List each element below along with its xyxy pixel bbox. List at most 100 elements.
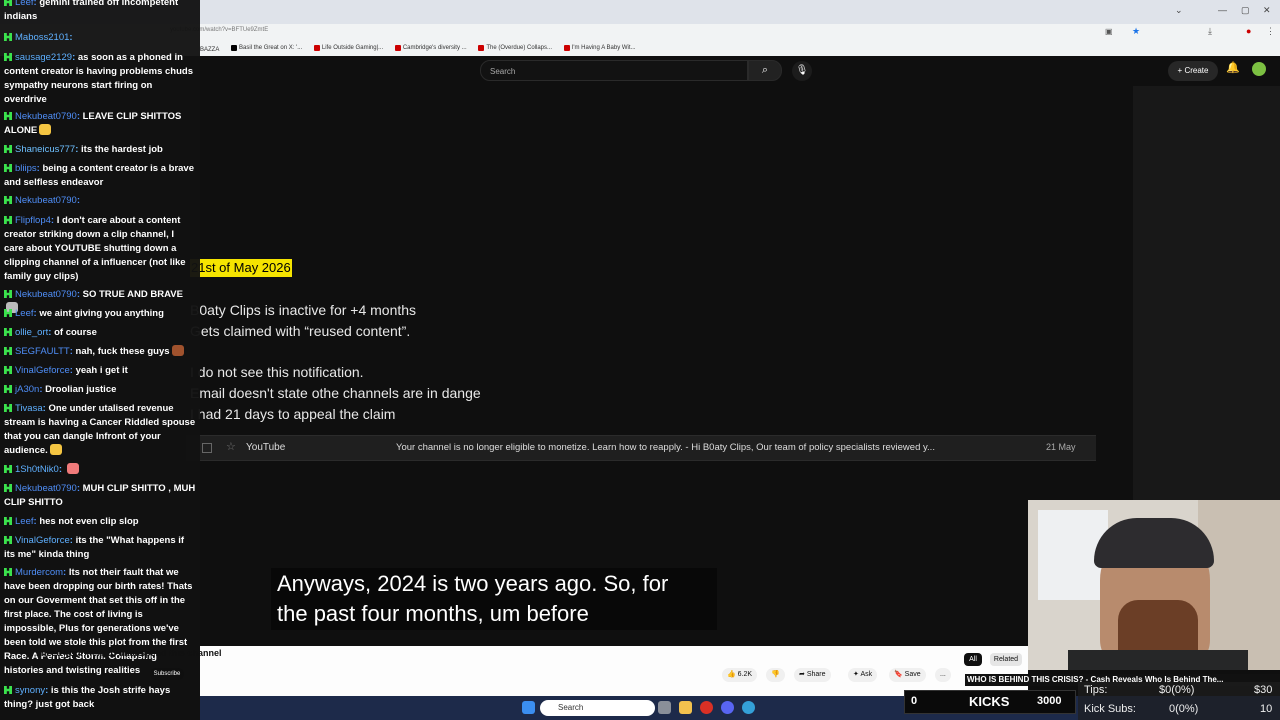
- kicks-label: KICKS: [969, 694, 1010, 709]
- bookmark-item[interactable]: Basil the Great on X: '...: [231, 45, 302, 51]
- close-window-icon[interactable]: ✕: [1263, 5, 1271, 16]
- chat-username[interactable]: Leef: [15, 0, 34, 8]
- chat-message: 1Sh0tNik0:: [4, 463, 196, 477]
- chat-username[interactable]: Nekubeat0790: [15, 195, 77, 206]
- bookmark-item[interactable]: Life Outside Gaming|...: [313, 45, 383, 51]
- chat-separator: :: [69, 32, 73, 43]
- kick-badge-icon: [4, 290, 12, 298]
- chat-text: SO TRUE AND BRAVE: [82, 289, 183, 300]
- live-chat: Leef: gemini trained off incompetent ind…: [0, 0, 200, 720]
- chat-username[interactable]: SEGFAULTT: [15, 346, 70, 357]
- kick-badge-icon: [4, 145, 12, 153]
- chat-username[interactable]: Flipflop4: [15, 215, 51, 226]
- subtitle-line: Anyways, 2024 is two years ago. So, for: [277, 571, 669, 596]
- avatar[interactable]: [1252, 62, 1266, 76]
- chat-message: bliips: being a content creator is a bra…: [4, 162, 196, 190]
- kick-badge-icon: [4, 465, 12, 473]
- chat-username[interactable]: Tivasa: [15, 403, 43, 414]
- chat-username[interactable]: jA30n: [15, 384, 39, 395]
- file-explorer-icon[interactable]: [679, 701, 692, 714]
- chat-message: Leef: gemini trained off incompetent ind…: [4, 0, 196, 24]
- chat-username[interactable]: Maboss2101: [15, 32, 69, 43]
- start-windows-icon[interactable]: [522, 701, 535, 714]
- chat-username[interactable]: sausage2129: [15, 52, 72, 63]
- extension-icon[interactable]: ▣: [1105, 27, 1113, 36]
- save-button[interactable]: 🔖 Save: [889, 668, 926, 682]
- chat-username[interactable]: Nekubeat0790: [15, 483, 77, 494]
- chip-all[interactable]: All: [964, 653, 982, 666]
- email-row[interactable]: ☆ YouTube Your channel is no longer elig…: [186, 435, 1096, 461]
- search-input[interactable]: Search: [480, 60, 748, 81]
- more-actions-button[interactable]: ...: [935, 668, 951, 682]
- chat-separator: :: [76, 195, 80, 206]
- overlay-line: B0aty Clips is inactive for +4 months: [190, 302, 417, 318]
- emote-icon: [171, 345, 184, 356]
- tips-panel: Tips: $0(0%) $30 Kick Subs: 0(0%) 10: [1078, 682, 1280, 720]
- subscribe-button[interactable]: Subscribe: [150, 668, 184, 680]
- chat-text: of course: [54, 327, 97, 338]
- chat-username[interactable]: Leef: [15, 516, 34, 527]
- chat-username[interactable]: 1Sh0tNik0: [15, 464, 59, 475]
- chat-username[interactable]: ollie_ort: [15, 327, 48, 338]
- share-button[interactable]: ➦ Share: [794, 668, 831, 682]
- discord-icon[interactable]: [721, 701, 734, 714]
- overlay-line: I do not see this notification.: [190, 364, 364, 380]
- email-checkbox[interactable]: [202, 443, 212, 453]
- notifications-bell-icon[interactable]: 🔔: [1226, 61, 1240, 74]
- kicks-count: 0: [911, 695, 918, 707]
- kick-badge-icon: [4, 309, 12, 317]
- chat-username[interactable]: synony: [15, 685, 45, 696]
- subs-label: Kick Subs:: [1084, 703, 1136, 715]
- bookmark-item[interactable]: The (Overdue) Collaps...: [478, 45, 552, 51]
- profile-icon[interactable]: ●: [1246, 26, 1251, 36]
- chip-related[interactable]: Related: [990, 653, 1022, 666]
- star-icon[interactable]: ☆: [226, 440, 236, 453]
- bookmark-item[interactable]: Cambridge's diversity ...: [394, 45, 467, 51]
- chat-username[interactable]: Nekubeat0790: [15, 111, 77, 122]
- bookmark-item[interactable]: BAZZA: [200, 47, 219, 53]
- voice-search-button[interactable]: 🎙: [792, 61, 812, 81]
- bookmark-star-icon[interactable]: ★: [1132, 26, 1140, 37]
- chat-message: Flipflop4: I don't care about a content …: [4, 214, 196, 284]
- kick-badge-icon: [4, 404, 12, 412]
- maximize-icon[interactable]: ▢: [1241, 5, 1250, 16]
- chat-message: Murdercom: Its not their fault that we h…: [4, 566, 196, 678]
- create-button[interactable]: + Create: [1168, 61, 1218, 81]
- search-icon: ⌕: [761, 64, 769, 76]
- chat-message: SEGFAULTT: nah, fuck these guys: [4, 345, 196, 359]
- kick-badge-icon: [4, 328, 12, 336]
- chat-username[interactable]: Nekubeat0790: [15, 289, 77, 300]
- kick-badge-icon: [4, 484, 12, 492]
- chrome-icon[interactable]: [700, 701, 713, 714]
- subtitle-box: Anyways, 2024 is two years ago. So, for …: [271, 568, 717, 630]
- dislike-button[interactable]: 👎: [766, 668, 785, 682]
- chat-username[interactable]: VinalGeforce: [15, 365, 70, 376]
- emote-icon: [39, 124, 52, 135]
- minimize-icon[interactable]: —: [1218, 5, 1227, 15]
- chat-username[interactable]: bliips: [15, 163, 37, 174]
- chat-username[interactable]: VinalGeforce: [15, 535, 70, 546]
- ask-button[interactable]: ✦ Ask: [848, 668, 878, 682]
- menu-dots-icon[interactable]: ⋮: [1266, 26, 1275, 37]
- chat-message: Tivasa: One under utalised revenue strea…: [4, 402, 196, 458]
- chat-message: Maboss2101:: [4, 31, 196, 45]
- chat-separator: :: [58, 464, 65, 475]
- chat-username[interactable]: Leef: [15, 308, 34, 319]
- chat-message: Nekubeat0790: LEAVE CLIP SHITTOS ALONE: [4, 110, 196, 138]
- shirt: [1068, 650, 1248, 670]
- taskbar-search[interactable]: Search: [540, 700, 655, 716]
- search-button[interactable]: ⌕: [748, 60, 782, 81]
- app-icon[interactable]: [742, 701, 755, 714]
- like-button[interactable]: 👍 6.2K: [722, 668, 758, 682]
- task-view-icon[interactable]: [658, 701, 671, 714]
- tab-list-icon[interactable]: ⌄: [1175, 5, 1183, 16]
- kick-badge-icon: [4, 112, 12, 120]
- chat-username[interactable]: Murdercom: [15, 567, 63, 578]
- kick-badge-icon: [4, 53, 12, 61]
- bookmark-item[interactable]: I'm Having A Baby Wit...: [563, 45, 636, 51]
- wall: [1198, 500, 1280, 670]
- chat-text: its the hardest job: [81, 144, 163, 155]
- download-icon[interactable]: ⤓: [1208, 26, 1212, 37]
- chat-username[interactable]: Shaneicus777: [15, 144, 75, 155]
- email-date: 21 May: [1046, 442, 1076, 452]
